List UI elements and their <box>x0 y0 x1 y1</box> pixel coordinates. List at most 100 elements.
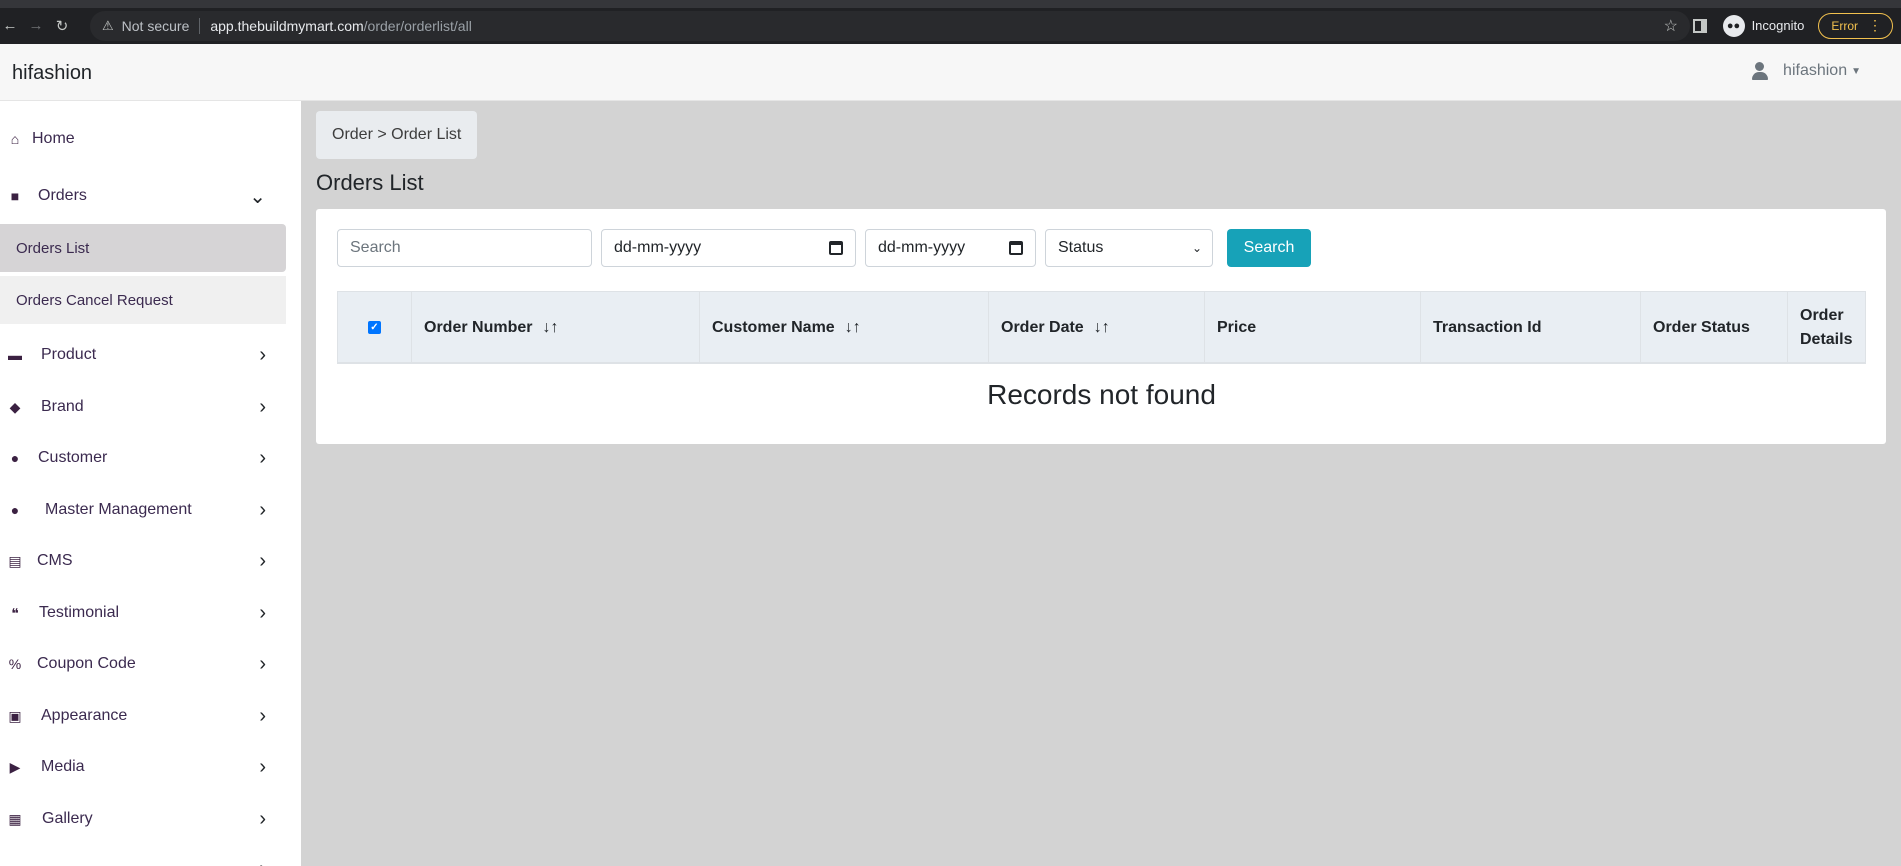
sidebar-item-customer[interactable]: ● Customer › <box>0 435 286 481</box>
sidebar-item-label: Appearance <box>41 707 128 724</box>
tab-strip <box>0 0 1901 8</box>
sidebar-item-media[interactable]: ▶ Media › <box>0 744 286 790</box>
sort-icon[interactable]: ↓↑ <box>542 319 558 337</box>
sidebar-item-gallery[interactable]: ▦ Gallery › <box>0 796 286 842</box>
quote-icon: ❝ <box>11 604 19 621</box>
sidebar-item-label: Master Management <box>45 501 192 518</box>
user-icon: ● <box>6 860 24 866</box>
incognito-indicator[interactable]: ●● Incognito <box>1722 14 1805 37</box>
browser-toolbar: ← → ↻ ⚠ Not secure app.thebuildmymart.co… <box>0 9 1901 42</box>
sidebar-item-product[interactable]: ▬ Product › <box>0 332 286 378</box>
empty-state-message: Records not found <box>987 379 1216 410</box>
back-icon[interactable]: ← <box>0 13 20 39</box>
column-header-label: Order Details <box>1800 306 1853 348</box>
sidebar-item-master-management[interactable]: ● Master Management › <box>0 487 286 533</box>
sidebar-item-partial[interactable]: ● › <box>0 846 286 866</box>
search-placeholder: Search <box>350 239 401 256</box>
chevron-right-icon: › <box>259 858 266 866</box>
sidebar-item-label: CMS <box>37 552 73 569</box>
security-label: Not secure <box>121 17 190 34</box>
search-input[interactable]: Search <box>337 229 592 267</box>
status-selected: Status <box>1058 239 1104 256</box>
select-all-cell: ✓ <box>338 292 412 363</box>
user-icon: ● <box>10 450 20 466</box>
column-header-label: Order Date <box>1001 318 1084 336</box>
date-from-input[interactable]: dd-mm-yyyy <box>601 229 856 267</box>
sidebar-item-appearance[interactable]: ▣ Appearance › <box>0 693 286 739</box>
sidebar-item-orders[interactable]: ■ Orders ⌄ <box>0 173 286 219</box>
chevron-right-icon: › <box>259 395 266 418</box>
app-header: hifashion hifashion ▼ <box>0 44 1901 101</box>
address-bar[interactable]: ⚠ Not secure app.thebuildmymart.com /ord… <box>90 10 1690 41</box>
home-icon: ⌂ <box>10 131 20 147</box>
reload-icon[interactable]: ↻ <box>52 13 72 39</box>
sidebar-item-label: Coupon Code <box>37 655 136 672</box>
play-circle-icon: ▶ <box>9 758 21 775</box>
column-header-order-number[interactable]: Order Number ↓↑ <box>412 292 700 363</box>
file-icon: ▤ <box>8 552 22 569</box>
select-all-checkbox[interactable]: ✓ <box>368 321 381 334</box>
date-to-input[interactable]: dd-mm-yyyy <box>865 229 1036 267</box>
column-header-order-date[interactable]: Order Date ↓↑ <box>989 292 1205 363</box>
search-button[interactable]: Search <box>1227 229 1311 267</box>
column-header-label: Order Status <box>1653 318 1750 336</box>
page-title: Orders List <box>316 170 424 195</box>
column-header-label: Customer Name <box>712 318 835 336</box>
column-header-order-details: Order Details <box>1788 292 1865 363</box>
error-label: Error <box>1831 18 1858 33</box>
sidebar-subitem-label: Orders List <box>16 239 90 257</box>
warning-icon: ⚠ <box>102 17 114 33</box>
chevron-right-icon: › <box>259 549 266 572</box>
column-header-transaction-id: Transaction Id <box>1421 292 1641 363</box>
user-menu[interactable]: hifashion ▼ <box>1751 62 1861 80</box>
chevron-right-icon: › <box>259 343 266 366</box>
calendar-icon[interactable] <box>1009 241 1023 255</box>
incognito-icon: ●● <box>1722 14 1745 37</box>
side-panel-icon[interactable] <box>1692 18 1707 33</box>
sidebar-item-label: Brand <box>41 398 84 415</box>
chevron-right-icon: › <box>259 601 266 624</box>
sidebar-item-label: Gallery <box>42 810 93 827</box>
sidebar-item-testimonial[interactable]: ❝ Testimonial › <box>0 590 286 636</box>
sidebar-item-label: Home <box>32 130 75 147</box>
sidebar-item-label: Media <box>41 758 85 775</box>
browser-actions: ●● Incognito Error ⋮ <box>1692 9 1901 42</box>
address-separator <box>199 17 201 34</box>
sidebar-item-coupon-code[interactable]: % Coupon Code › <box>0 641 286 687</box>
sidebar-item-brand[interactable]: ◆ Brand › <box>0 384 286 430</box>
sort-icon[interactable]: ↓↑ <box>1094 319 1110 337</box>
chevron-right-icon: › <box>259 704 266 727</box>
sidebar-subitem-orders-list[interactable]: Orders List <box>0 224 286 272</box>
calendar-icon[interactable] <box>829 241 843 255</box>
more-menu-icon: ⋮ <box>1868 17 1882 33</box>
sidebar-subitem-orders-cancel-request[interactable]: Orders Cancel Request <box>0 276 286 324</box>
column-header-customer-name[interactable]: Customer Name ↓↑ <box>700 292 989 363</box>
user-name: hifashion <box>1783 62 1848 79</box>
chevron-right-icon: › <box>259 498 266 521</box>
chevron-right-icon: › <box>259 652 266 675</box>
chevron-down-icon: ⌄ <box>1191 241 1202 255</box>
date-to-placeholder: dd-mm-yyyy <box>878 239 966 256</box>
column-header-label: Order Number <box>424 318 533 336</box>
user-cog-icon: ● <box>10 502 20 518</box>
status-select[interactable]: Status ⌄ <box>1045 229 1213 267</box>
forward-icon[interactable]: → <box>26 13 46 39</box>
bookmark-star-icon[interactable]: ☆ <box>1664 16 1678 36</box>
table-header: ✓ Order Number ↓↑ Customer Name ↓↑ Order… <box>337 291 1866 364</box>
sidebar-item-cms[interactable]: ▤ CMS › <box>0 538 286 584</box>
orders-table: ✓ Order Number ↓↑ Customer Name ↓↑ Order… <box>337 291 1866 410</box>
breadcrumb[interactable]: Order > Order List <box>316 111 478 159</box>
brand-name[interactable]: hifashion <box>12 62 92 85</box>
caret-down-icon: ▼ <box>1851 65 1861 77</box>
shopping-bag-icon: ■ <box>10 188 20 204</box>
image-icon: ▣ <box>8 707 22 724</box>
column-header-order-status: Order Status <box>1641 292 1788 363</box>
tags-icon: ◆ <box>9 398 21 415</box>
sidebar-item-label: Product <box>41 346 97 363</box>
sidebar-item-home[interactable]: ⌂ Home <box>0 116 286 162</box>
error-button[interactable]: Error ⋮ <box>1818 12 1893 39</box>
incognito-label: Incognito <box>1751 18 1805 33</box>
date-from-placeholder: dd-mm-yyyy <box>614 239 702 256</box>
sort-icon[interactable]: ↓↑ <box>845 319 861 337</box>
chevron-down-icon: ⌄ <box>249 185 266 208</box>
